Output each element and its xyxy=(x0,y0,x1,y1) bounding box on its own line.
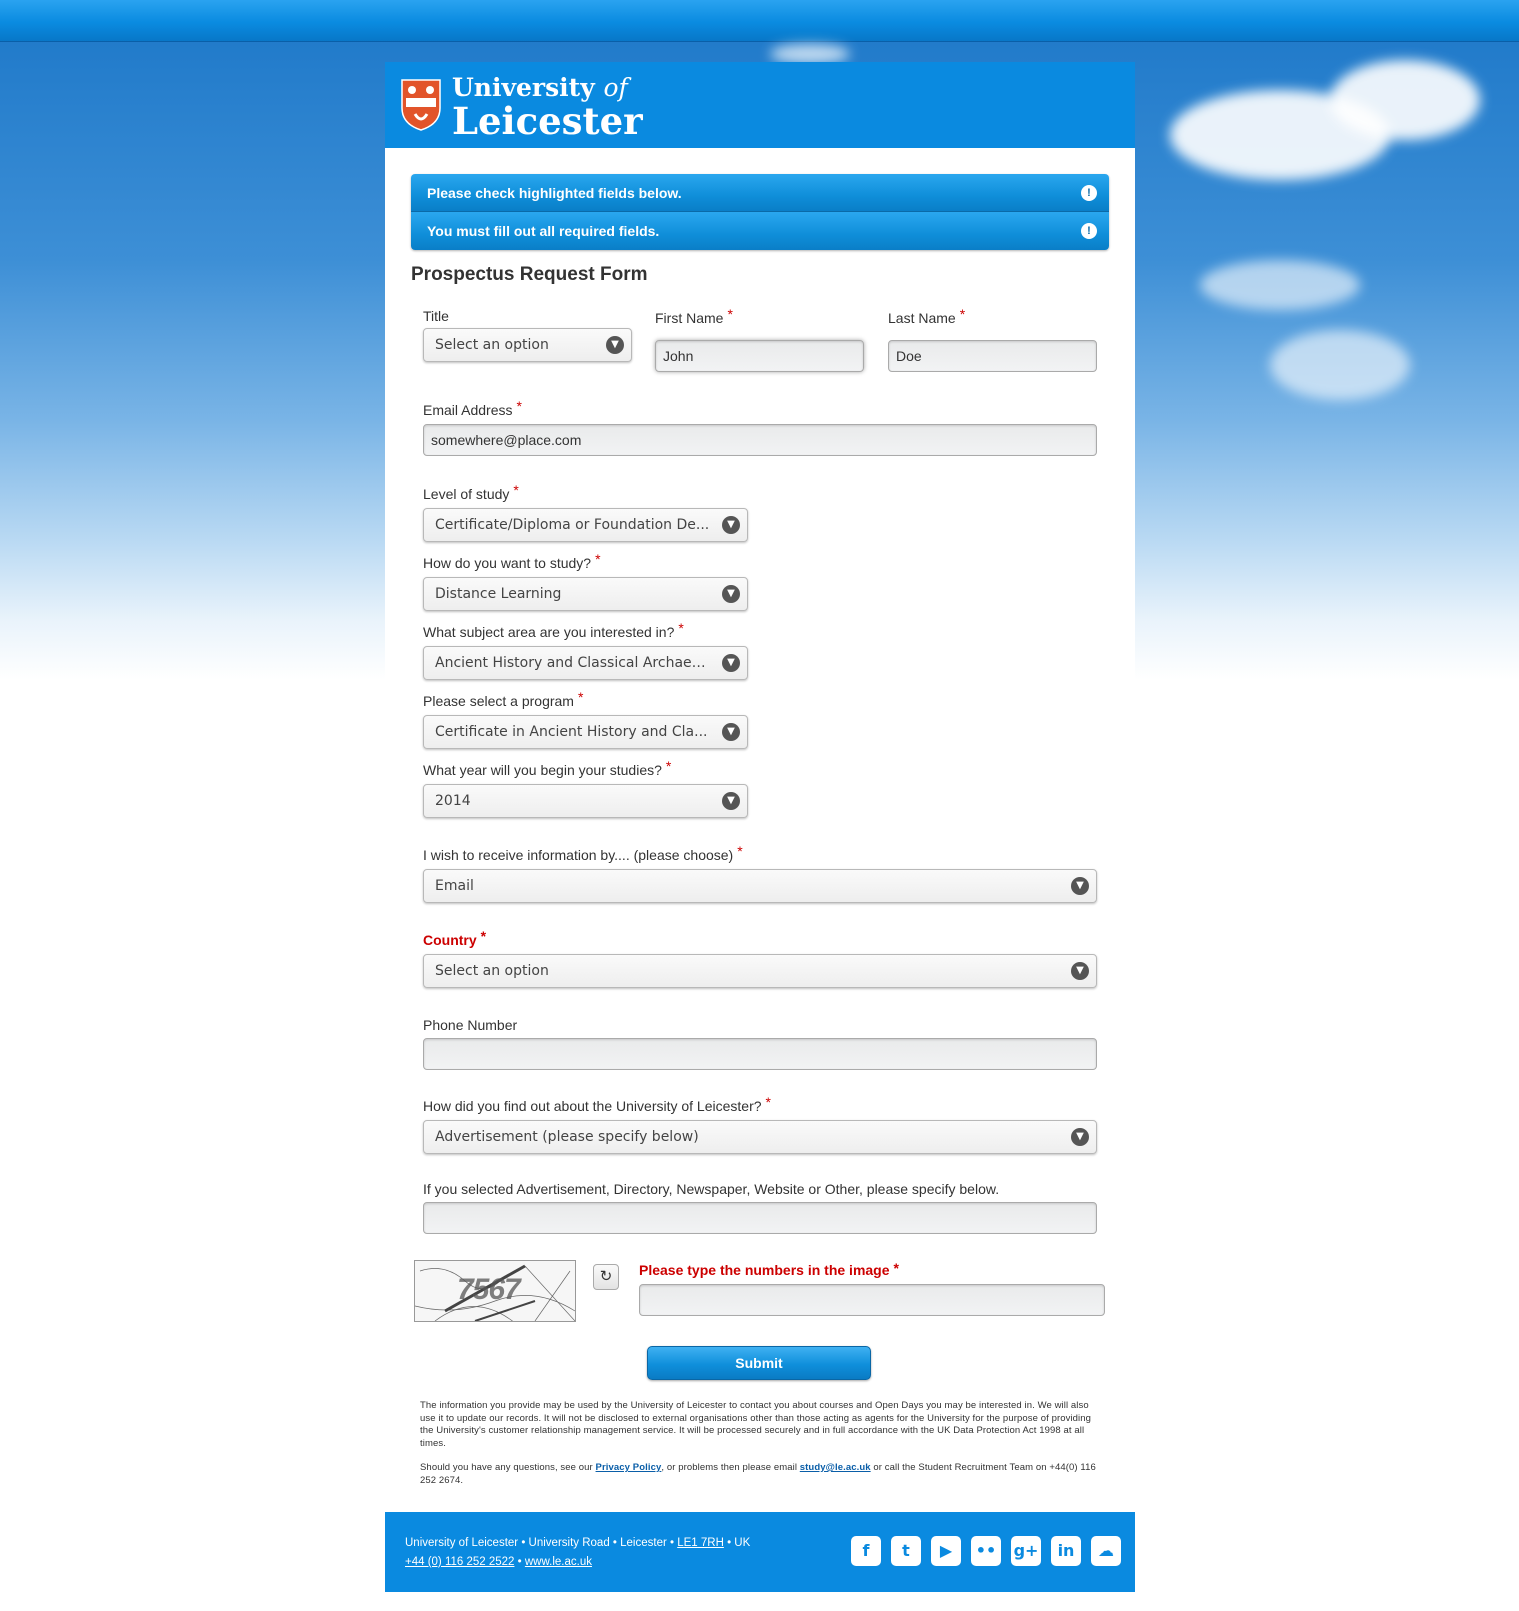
year-select[interactable]: 2014 ▼ xyxy=(423,784,748,818)
last-name-input[interactable]: Doe xyxy=(888,340,1097,372)
last-name-label: Last Name * xyxy=(888,306,966,326)
soundcloud-icon[interactable]: ☁ xyxy=(1091,1536,1121,1566)
found-out-select[interactable]: Advertisement (please specify below) ▼ xyxy=(423,1120,1097,1154)
chevron-down-icon: ▼ xyxy=(1071,877,1089,895)
captcha-image: 7567 xyxy=(414,1260,576,1322)
country-label: Country * xyxy=(423,928,487,948)
cloud-decoration xyxy=(1330,60,1480,140)
privacy-notice: The information you provide may be used … xyxy=(420,1400,1092,1449)
warning-icon: ! xyxy=(1081,185,1097,201)
form-title: Prospectus Request Form xyxy=(411,264,648,285)
how-study-select[interactable]: Distance Learning ▼ xyxy=(423,577,748,611)
refresh-captcha-icon[interactable]: ↻ xyxy=(593,1264,619,1290)
level-select[interactable]: Certificate/Diploma or Foundation De... … xyxy=(423,508,748,542)
top-bar xyxy=(0,0,1519,42)
specify-input[interactable] xyxy=(423,1202,1097,1234)
program-label: Please select a program * xyxy=(423,689,584,709)
chevron-down-icon: ▼ xyxy=(1071,962,1089,980)
linkedin-icon[interactable]: in xyxy=(1051,1536,1081,1566)
receive-by-select[interactable]: Email ▼ xyxy=(423,869,1097,903)
title-label: Title xyxy=(423,308,449,324)
googleplus-icon[interactable]: g+ xyxy=(1011,1536,1041,1566)
year-label: What year will you begin your studies? * xyxy=(423,758,672,778)
first-name-label: First Name * xyxy=(655,306,733,326)
receive-by-label: I wish to receive information by.... (pl… xyxy=(423,843,743,863)
phone-link[interactable]: +44 (0) 116 252 2522 xyxy=(405,1556,514,1568)
cloud-decoration xyxy=(1200,260,1360,310)
alert-check-fields: Please check highlighted fields below. ! xyxy=(411,174,1109,212)
title-select[interactable]: Select an option ▼ xyxy=(423,328,632,362)
phone-input[interactable] xyxy=(423,1038,1097,1070)
captcha-text: 7567 xyxy=(457,1273,521,1306)
chevron-down-icon: ▼ xyxy=(722,516,740,534)
error-alerts: Please check highlighted fields below. !… xyxy=(411,174,1109,250)
first-name-input[interactable]: John xyxy=(655,340,864,372)
form-page: University of Leicester Please check hig… xyxy=(385,62,1135,1592)
website-link[interactable]: www.le.ac.uk xyxy=(525,1556,592,1568)
alert-required-fields: You must fill out all required fields. ! xyxy=(411,212,1109,250)
email-label: Email Address * xyxy=(423,398,522,418)
email-link[interactable]: study@le.ac.uk xyxy=(800,1462,871,1473)
chevron-down-icon: ▼ xyxy=(722,585,740,603)
youtube-icon[interactable]: ▶ xyxy=(931,1536,961,1566)
chevron-down-icon: ▼ xyxy=(722,723,740,741)
university-logo-text[interactable]: University of Leicester xyxy=(452,74,643,141)
chevron-down-icon: ▼ xyxy=(1071,1128,1089,1146)
subject-select[interactable]: Ancient History and Classical Archaeo...… xyxy=(423,646,748,680)
submit-button[interactable]: Submit xyxy=(647,1346,871,1380)
postcode-link[interactable]: LE1 7RH xyxy=(677,1537,724,1549)
chevron-down-icon: ▼ xyxy=(722,792,740,810)
flickr-icon[interactable]: •• xyxy=(971,1536,1001,1566)
cloud-decoration xyxy=(1270,330,1410,400)
warning-icon: ! xyxy=(1081,223,1097,239)
contact-notice: Should you have any questions, see our P… xyxy=(420,1462,1096,1486)
site-footer: University of Leicester • University Roa… xyxy=(385,1512,1135,1592)
captcha-label: Please type the numbers in the image * xyxy=(639,1260,899,1278)
twitter-icon[interactable]: t xyxy=(891,1536,921,1566)
country-select[interactable]: Select an option ▼ xyxy=(423,954,1097,988)
phone-label: Phone Number xyxy=(423,1017,518,1033)
specify-label: If you selected Advertisement, Directory… xyxy=(423,1181,1000,1197)
facebook-icon[interactable]: f xyxy=(851,1536,881,1566)
chevron-down-icon: ▼ xyxy=(722,654,740,672)
email-input[interactable]: somewhere@place.com xyxy=(423,424,1097,456)
privacy-policy-link[interactable]: Privacy Policy xyxy=(596,1462,662,1473)
site-header: University of Leicester xyxy=(385,62,1135,148)
program-select[interactable]: Certificate in Ancient History and Cla..… xyxy=(423,715,748,749)
level-label: Level of study * xyxy=(423,482,519,502)
subject-label: What subject area are you interested in?… xyxy=(423,620,684,640)
chevron-down-icon: ▼ xyxy=(606,336,624,354)
university-crest-icon xyxy=(401,79,441,131)
captcha-input[interactable] xyxy=(639,1284,1105,1316)
footer-address: University of Leicester • University Roa… xyxy=(405,1537,751,1568)
cloud-decoration xyxy=(770,44,850,64)
social-links: f t ▶ •• g+ in ☁ xyxy=(851,1536,1121,1566)
found-out-label: How did you find out about the Universit… xyxy=(423,1094,771,1114)
how-study-label: How do you want to study? * xyxy=(423,551,601,571)
